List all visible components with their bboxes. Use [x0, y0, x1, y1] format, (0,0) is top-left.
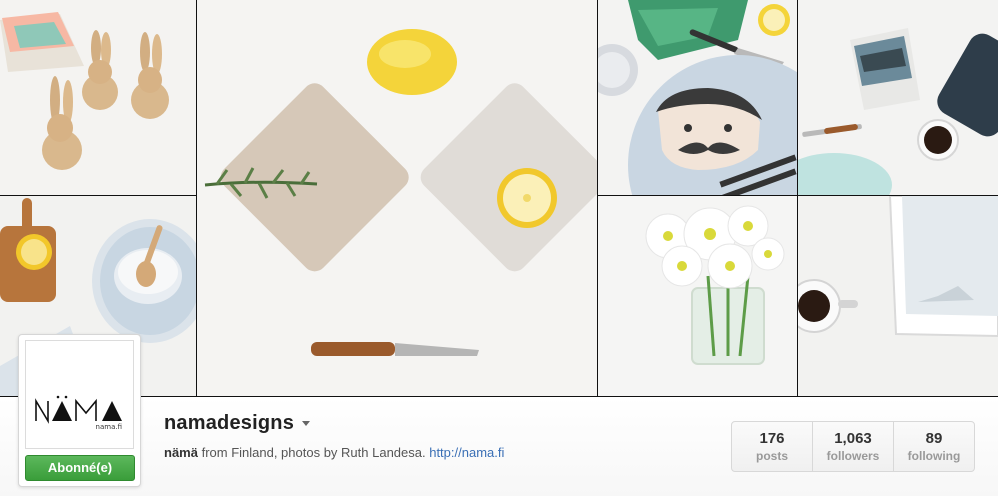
stats-box: 176 posts 1,063 followers 89 following — [731, 421, 975, 472]
photo-tile-coffee-book[interactable] — [798, 196, 998, 396]
trivets-lemon-image — [197, 0, 597, 396]
photo-tile-coffee-magazine[interactable] — [798, 0, 998, 195]
photo-mosaic — [0, 0, 998, 397]
coffee-book-image — [798, 196, 998, 396]
bio-text: from Finland, photos by Ruth Landesa. — [197, 445, 430, 460]
stat-following-label: following — [907, 448, 961, 463]
stat-posts-label: posts — [755, 448, 788, 463]
daisies-image — [598, 196, 797, 396]
stat-followers[interactable]: 1,063 followers — [812, 422, 893, 471]
follow-button[interactable]: Abonné(e) — [25, 455, 135, 481]
nama-logo: nama.fi — [26, 341, 133, 448]
photo-tile-mustache-plate[interactable] — [598, 0, 797, 195]
coffee-magazine-image — [798, 0, 998, 195]
bio-name: nämä — [164, 445, 198, 460]
photo-tile-wooden-bunnies[interactable] — [0, 0, 196, 195]
stat-following-count: 89 — [925, 429, 943, 447]
avatar-card: nama.fi Abonné(e) — [18, 334, 141, 487]
stat-following[interactable]: 89 following — [893, 422, 974, 471]
chevron-down-icon[interactable] — [302, 421, 311, 426]
username-row: namadesigns — [164, 412, 311, 435]
photo-tile-daisies[interactable] — [598, 196, 797, 396]
stat-posts-count: 176 — [759, 429, 785, 447]
svg-text:nama.fi: nama.fi — [96, 423, 122, 431]
avatar[interactable]: nama.fi — [25, 340, 134, 449]
username: namadesigns — [164, 412, 295, 434]
stat-posts[interactable]: 176 posts — [732, 422, 812, 471]
bio-link[interactable]: http://nama.fi — [429, 445, 504, 460]
stat-followers-count: 1,063 — [834, 429, 872, 447]
bio: nämä from Finland, photos by Ruth Landes… — [164, 445, 504, 460]
stat-followers-label: followers — [826, 448, 880, 463]
mustache-plate-image — [598, 0, 797, 195]
photo-tile-trivets-lemon[interactable] — [197, 0, 597, 396]
wooden-bunnies-image — [0, 0, 196, 195]
